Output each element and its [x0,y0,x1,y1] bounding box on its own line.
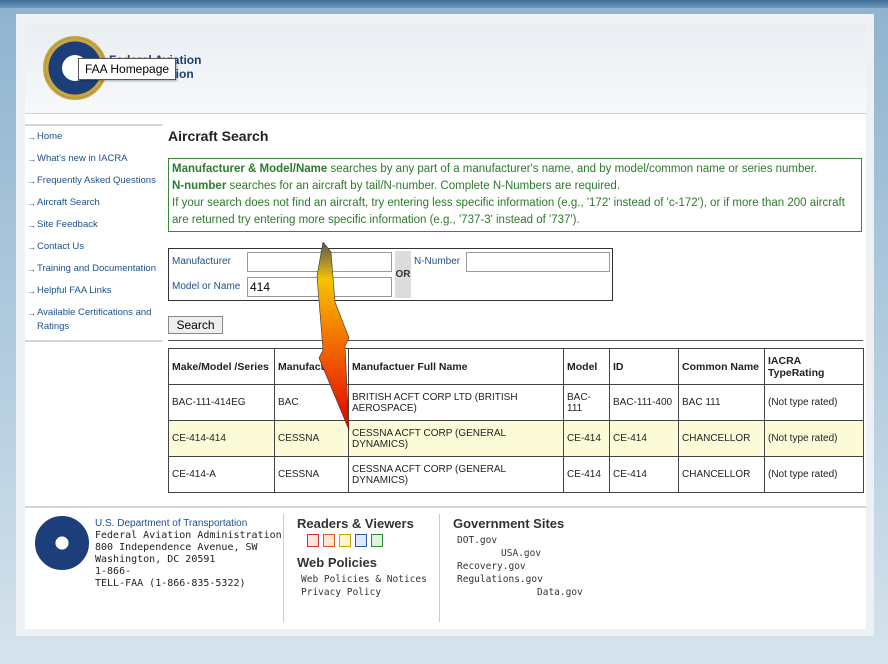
footer-readers-column: Readers & Viewers Web Policies Web Polic… [297,516,427,599]
sidebar-item-certifications[interactable]: Available Certifications and Ratings [25,302,162,338]
cell-type-rating: (Not type rated) [764,384,864,421]
footer-divider [283,514,284,622]
manufacturer-label: Manufacturer [172,256,231,267]
sidebar-item-aircraft-search[interactable]: Aircraft Search [25,192,162,214]
sidebar-divider [25,340,162,342]
sidebar-item-home[interactable]: Home [25,126,162,148]
col-model[interactable]: Model [563,348,610,385]
cell-type-rating: (Not type rated) [764,456,864,493]
info-nnumber-text: searches for an aircraft by tail/N-numbe… [226,180,621,192]
browser-chrome-strip [0,0,888,8]
cell-model: BAC-111 [563,384,610,421]
manufacturer-input[interactable] [247,252,392,272]
cell-manufacturer-full-name: CESSNA ACFT CORP (GENERAL DYNAMICS) [348,420,564,457]
footer-address: U.S. Department of Transportation Federa… [95,518,282,590]
address-line: Washington, DC 20591 [95,554,216,565]
gov-sites-title: Government Sites [453,516,565,531]
cell-id: CE-414 [609,456,679,493]
col-make-model[interactable]: Make/Model /Series [168,348,275,385]
readers-title: Readers & Viewers [297,516,414,531]
sidebar-item-faa-links[interactable]: Helpful FAA Links [25,280,162,302]
cell-model: CE-414 [563,456,610,493]
pdf-reader-icon[interactable] [307,534,319,547]
search-button[interactable]: Search [168,316,223,334]
table-row[interactable]: BAC-111-414EG BAC BRITISH ACFT CORP LTD … [168,384,864,421]
cell-common-name: CHANCELLOR [678,420,765,457]
results-divider [168,340,863,341]
col-common-name[interactable]: Common Name [678,348,765,385]
search-instructions: Manufacturer & Model/Name searches by an… [168,158,862,232]
sidebar-item-whats-new[interactable]: What's new in IACRA [25,148,162,170]
table-row[interactable]: CE-414-A CESSNA CESSNA ACFT CORP (GENERA… [168,456,864,493]
cell-manufacturer: CESSNA [274,456,349,493]
cell-manufacturer: BAC [274,384,349,421]
address-line: Federal Aviation Administration [95,530,282,541]
or-separator: OR [395,251,411,298]
address-line: TELL-FAA (1-866-835-5322) [95,578,246,589]
cell-manufacturer: CESSNA [274,420,349,457]
model-label: Model or Name [172,281,241,292]
excel-viewer-icon[interactable] [371,534,383,547]
privacy-policy-link[interactable]: Privacy Policy [301,586,427,599]
footer-divider [439,514,440,622]
cell-make-model: BAC-111-414EG [168,384,275,421]
cell-common-name: BAC 111 [678,384,765,421]
sidebar-item-training[interactable]: Training and Documentation [25,258,162,280]
col-id[interactable]: ID [609,348,679,385]
cell-id: BAC-111-400 [609,384,679,421]
data-gov-link[interactable]: Data.gov [457,586,583,599]
powerpoint-viewer-icon[interactable] [323,534,335,547]
page: Federal Aviation Administration FAA Home… [25,24,866,629]
dot-seal-icon[interactable] [35,516,89,570]
cell-manufacturer-full-name: CESSNA ACFT CORP (GENERAL DYNAMICS) [348,456,564,493]
cell-make-model: CE-414-414 [168,420,275,457]
nnumber-input[interactable] [466,252,610,272]
table-header-row: Make/Model /Series Manufactuer Manufactu… [168,348,864,385]
main-content: Aircraft Search Manufacturer & Model/Nam… [168,128,864,493]
dot-link[interactable]: U.S. Department of Transportation [95,518,282,530]
usa-gov-link[interactable]: USA.gov [457,547,583,560]
cell-type-rating: (Not type rated) [764,420,864,457]
cell-model: CE-414 [563,420,610,457]
recovery-gov-link[interactable]: Recovery.gov [457,560,583,573]
info-nnumber-heading: N-number [172,180,227,192]
web-policies-title: Web Policies [297,555,377,570]
dot-gov-link[interactable]: DOT.gov [457,534,583,547]
info-manufacturer-text: searches by any part of a manufacturer's… [327,163,818,175]
cell-make-model: CE-414-A [168,456,275,493]
sidebar-item-faq[interactable]: Frequently Asked Questions [25,170,162,192]
sidebar-item-contact-us[interactable]: Contact Us [25,236,162,258]
search-form: Manufacturer Model or Name OR N-Number [168,248,613,301]
col-manufacturer-full-name[interactable]: Manufactuer Full Name [348,348,564,385]
footer-gov-sites-column: Government Sites DOT.gov USA.gov Recover… [453,516,583,599]
model-input[interactable] [247,277,392,297]
cell-common-name: CHANCELLOR [678,456,765,493]
viewer-icons [307,534,427,547]
table-row[interactable]: CE-414-414 CESSNA CESSNA ACFT CORP (GENE… [168,420,864,457]
page-title: Aircraft Search [168,128,269,144]
homepage-tooltip: FAA Homepage [78,58,177,80]
info-tips-text: If your search does not find an aircraft… [172,197,845,226]
sidebar-nav: Home What's new in IACRA Frequently Aske… [25,124,162,342]
col-iacra-typerating[interactable]: IACRA TypeRating [764,348,864,385]
address-line: 800 Independence Avenue, SW [95,542,258,553]
sidebar-item-site-feedback[interactable]: Site Feedback [25,214,162,236]
nnumber-label: N-Number [414,256,461,267]
zip-viewer-icon[interactable] [339,534,351,547]
regulations-gov-link[interactable]: Regulations.gov [457,573,583,586]
word-viewer-icon[interactable] [355,534,367,547]
info-manufacturer-heading: Manufacturer & Model/Name [172,163,328,175]
cell-manufacturer-full-name: BRITISH ACFT CORP LTD (BRITISH AEROSPACE… [348,384,564,421]
web-policies-link[interactable]: Web Policies & Notices [301,573,427,586]
cell-id: CE-414 [609,420,679,457]
address-line: 1-866- [95,566,132,577]
col-manufacturer[interactable]: Manufactuer [274,348,349,385]
site-footer: U.S. Department of Transportation Federa… [25,506,866,629]
results-table: Make/Model /Series Manufactuer Manufactu… [168,348,864,493]
site-header: Federal Aviation Administration FAA Home… [25,24,866,114]
